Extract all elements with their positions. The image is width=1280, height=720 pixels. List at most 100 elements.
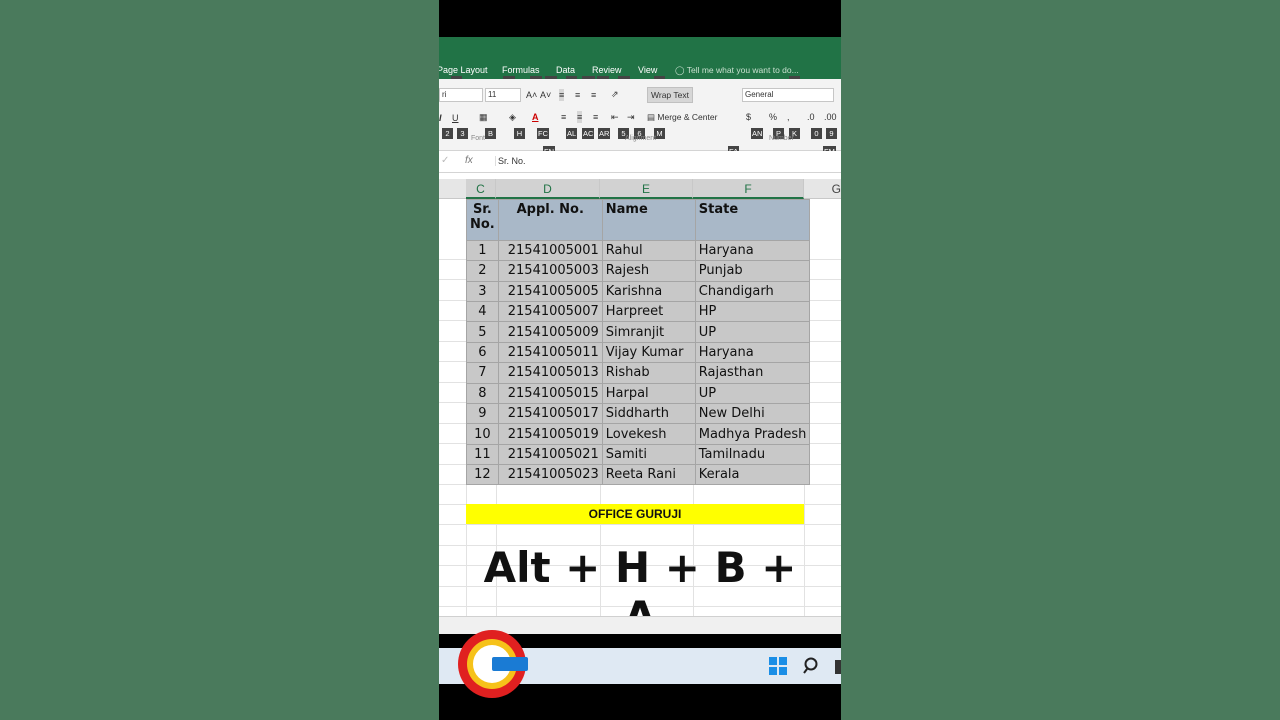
font-name-box[interactable]: ri — [439, 88, 483, 102]
shrink-font-icon[interactable]: A˅ — [540, 89, 551, 101]
cell-appl[interactable]: 21541005023 — [497, 464, 603, 486]
decrease-decimal-icon[interactable]: .00 — [824, 111, 837, 123]
cell-name[interactable]: Harpal — [601, 382, 696, 404]
cell-sr[interactable]: 2 — [466, 260, 499, 282]
cell-state[interactable]: Tamilnadu — [694, 443, 811, 466]
cell-name[interactable]: Simranjit — [601, 321, 696, 343]
cell-state[interactable]: Haryana — [694, 341, 811, 364]
cell-sr[interactable]: 4 — [466, 300, 499, 323]
fx-icon[interactable]: fx — [465, 155, 473, 166]
column-header-d[interactable]: D — [496, 179, 600, 199]
column-header-e[interactable]: E — [600, 179, 693, 199]
increase-indent-icon[interactable]: ⇥ — [627, 111, 635, 123]
cell-appl[interactable]: 21541005019 — [497, 423, 603, 445]
taskview-icon[interactable] — [835, 660, 841, 674]
cell-name[interactable]: Rahul — [601, 239, 696, 262]
cell-name[interactable]: Samiti — [601, 443, 696, 466]
cell-name[interactable]: Harpreet — [601, 300, 696, 323]
header-name[interactable]: Name — [601, 199, 696, 241]
cell-sr[interactable]: 5 — [466, 321, 499, 343]
underline-icon[interactable]: U — [452, 112, 459, 124]
cell-appl[interactable]: 21541005021 — [497, 443, 603, 466]
office-guruji-banner[interactable]: OFFICE GURUJI — [466, 504, 804, 524]
cell-sr[interactable]: 9 — [466, 402, 499, 425]
cell-appl[interactable]: 21541005007 — [497, 300, 603, 323]
cell-sr[interactable]: 8 — [466, 382, 499, 404]
align-right-icon[interactable]: ≡ — [593, 111, 598, 123]
cell-appl[interactable]: 21541005013 — [497, 362, 603, 384]
comma-icon[interactable]: , — [787, 111, 790, 123]
cell-appl[interactable]: 21541005009 — [497, 321, 603, 343]
cell-sr[interactable]: 10 — [466, 423, 499, 445]
grow-font-icon[interactable]: A˄ — [526, 89, 537, 101]
column-header-c[interactable]: C — [466, 179, 496, 199]
menu-formulas[interactable]: Formulas — [502, 65, 540, 75]
cell-name[interactable]: Vijay Kumar — [601, 341, 696, 364]
cell-appl[interactable]: 21541005011 — [497, 341, 603, 364]
cell-state[interactable]: UP — [694, 382, 811, 404]
cell-state[interactable]: Chandigarh — [694, 280, 811, 302]
cell-state[interactable]: Punjab — [694, 260, 811, 282]
column-header-g[interactable]: G — [804, 179, 841, 199]
cell-state[interactable]: Haryana — [694, 239, 811, 262]
cell-state[interactable]: Kerala — [694, 464, 811, 486]
align-center-icon[interactable]: ≡ — [577, 111, 583, 123]
tell-me-box[interactable]: ◯ Tell me what you want to do... — [675, 65, 799, 76]
menu-view[interactable]: View — [638, 65, 657, 75]
align-middle-icon[interactable]: ≡ — [575, 89, 580, 101]
worksheet[interactable]: C D E F G Sr. No. Appl. No. Name State 1… — [439, 173, 841, 641]
cell-name[interactable]: Reeta Rani — [601, 464, 696, 486]
wrap-text-button[interactable]: Wrap Text — [647, 87, 693, 103]
menu-data[interactable]: Data — [556, 65, 575, 75]
cell-sr[interactable]: 1 — [466, 239, 499, 262]
cell-name[interactable]: Rishab — [601, 362, 696, 384]
header-sr-no[interactable]: Sr. No. — [466, 199, 499, 241]
cell-appl[interactable]: 21541005005 — [497, 280, 603, 302]
cell-state[interactable]: Madhya Pradesh — [694, 423, 811, 445]
decrease-indent-icon[interactable]: ⇤ — [611, 111, 619, 123]
menu-page-layout[interactable]: Page Layout — [439, 65, 488, 75]
search-icon[interactable] — [803, 657, 821, 675]
cell-state[interactable]: HP — [694, 300, 811, 323]
align-left-icon[interactable]: ≡ — [561, 111, 566, 123]
check-icon[interactable]: ✓ — [441, 155, 449, 166]
increase-decimal-icon[interactable]: .0 — [807, 111, 815, 123]
cell-appl[interactable]: 21541005003 — [497, 260, 603, 282]
windows-start-icon[interactable] — [769, 657, 787, 675]
cell-state[interactable]: New Delhi — [694, 402, 811, 425]
cell-sr[interactable]: 7 — [466, 362, 499, 384]
font-size-box[interactable]: 11 — [485, 88, 521, 102]
font-color-icon[interactable]: A — [532, 111, 539, 123]
cell-appl[interactable]: 21541005015 — [497, 382, 603, 404]
wrap-text-label: Wrap Text — [651, 90, 689, 100]
cell-sr[interactable]: 12 — [466, 464, 499, 486]
italic-icon[interactable]: I — [439, 112, 442, 124]
cell-name[interactable]: Lovekesh — [601, 423, 696, 445]
cell-name[interactable]: Karishna — [601, 280, 696, 302]
keytip: FC — [537, 128, 549, 139]
formula-value[interactable]: Sr. No. — [495, 156, 526, 166]
cell-appl[interactable]: 21541005017 — [497, 402, 603, 425]
header-appl-no[interactable]: Appl. No. — [497, 199, 603, 241]
cell-name[interactable]: Rajesh — [601, 260, 696, 282]
column-header-f[interactable]: F — [693, 179, 804, 199]
align-bottom-icon[interactable]: ≡ — [591, 89, 596, 101]
number-format-box[interactable]: General — [742, 88, 834, 102]
merge-center-button[interactable]: ▤ Merge & Center — [647, 110, 717, 124]
fill-color-icon[interactable]: ◈ — [509, 111, 516, 123]
orientation-icon[interactable]: ⇗ — [611, 88, 619, 100]
menu-review[interactable]: Review — [592, 65, 622, 75]
borders-icon[interactable]: ▦ — [479, 111, 488, 123]
percent-icon[interactable]: % — [769, 111, 777, 123]
cell-name[interactable]: Siddharth — [601, 402, 696, 425]
header-state[interactable]: State — [694, 199, 811, 241]
cell-state[interactable]: UP — [694, 321, 811, 343]
align-top-icon[interactable]: ≡ — [559, 89, 565, 101]
cell-sr[interactable]: 3 — [466, 280, 499, 302]
cell-state[interactable]: Rajasthan — [694, 362, 811, 384]
cell-sr[interactable]: 6 — [466, 341, 499, 364]
accounting-icon[interactable]: $ — [746, 111, 751, 123]
data-table[interactable]: Sr. No. Appl. No. Name State 1 21541005001… — [466, 199, 811, 486]
cell-sr[interactable]: 11 — [466, 443, 499, 466]
cell-appl[interactable]: 21541005001 — [497, 239, 603, 262]
